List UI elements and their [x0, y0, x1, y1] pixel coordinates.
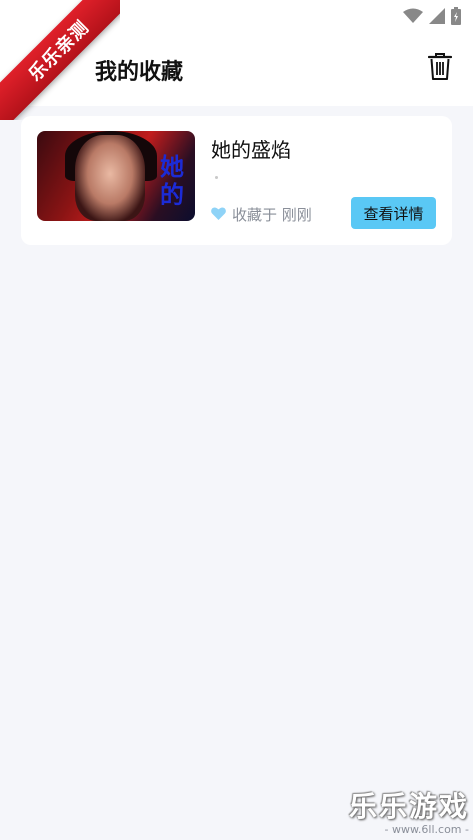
poster-title-text: 她的 — [160, 153, 184, 209]
favorite-title: 她的盛焰 — [211, 138, 291, 162]
status-bar — [0, 0, 473, 32]
back-button[interactable] — [18, 50, 56, 88]
poster-image[interactable]: 她的 — [37, 131, 195, 221]
delete-button[interactable] — [423, 50, 457, 88]
favorite-card[interactable]: 她的 她的盛焰 收藏于 刚刚 查看详情 — [21, 116, 452, 245]
watermark-main-text: 乐乐游戏 — [348, 790, 469, 823]
trash-icon — [427, 53, 453, 85]
view-detail-button[interactable]: 查看详情 — [351, 197, 436, 229]
favorite-time: 收藏于 刚刚 — [232, 206, 312, 224]
subtitle-placeholder-dot — [215, 176, 218, 179]
page-title: 我的收藏 — [95, 60, 184, 85]
arrow-left-icon — [24, 57, 51, 81]
battery-icon — [451, 7, 461, 29]
signal-icon — [429, 8, 445, 28]
site-watermark: 乐乐游戏 - www.6ll.com - — [349, 785, 469, 836]
favorite-meta: 收藏于 刚刚 — [211, 204, 312, 225]
poster-figure-face — [75, 135, 145, 221]
wifi-icon — [403, 8, 423, 28]
status-icons — [403, 7, 461, 29]
heart-icon — [211, 205, 226, 224]
app-header: 我的收藏 — [0, 32, 473, 106]
